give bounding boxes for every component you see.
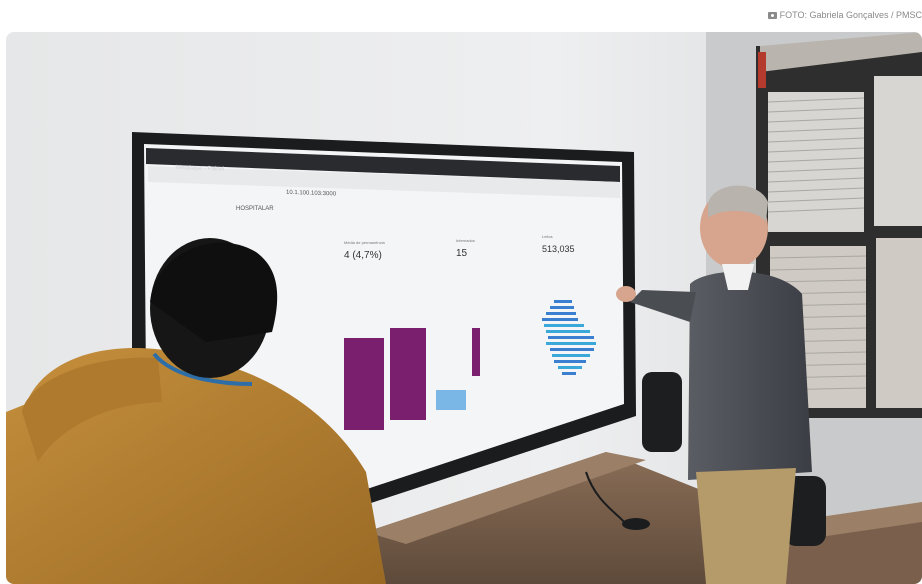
kpi-3-value: 513,035 [542, 244, 575, 254]
photo-scene: Metabase - Painel 10.1.100.103:3000 HOSP… [6, 32, 922, 584]
bar-1 [344, 338, 384, 430]
bar-3 [436, 390, 466, 410]
photo-credit-text: FOTO: Gabriela Gonçalves / PMSC [779, 10, 922, 20]
photo: Metabase - Painel 10.1.100.103:3000 HOSP… [6, 32, 922, 584]
photo-credit: FOTO: Gabriela Gonçalves / PMSC [767, 8, 922, 22]
kpi-1-label: Média de permanência [344, 240, 385, 245]
kpi-1-value: 4 (4,7%) [344, 250, 382, 261]
dashboard-section-heading: HOSPITALAR [236, 206, 274, 212]
bar-2 [390, 328, 426, 420]
kpi-2-label: Internados [456, 238, 475, 243]
kpi-2-value: 15 [456, 248, 468, 259]
bar-4 [472, 328, 480, 376]
kpi-3-label: Leitos [542, 234, 553, 239]
camera-icon [767, 11, 777, 19]
